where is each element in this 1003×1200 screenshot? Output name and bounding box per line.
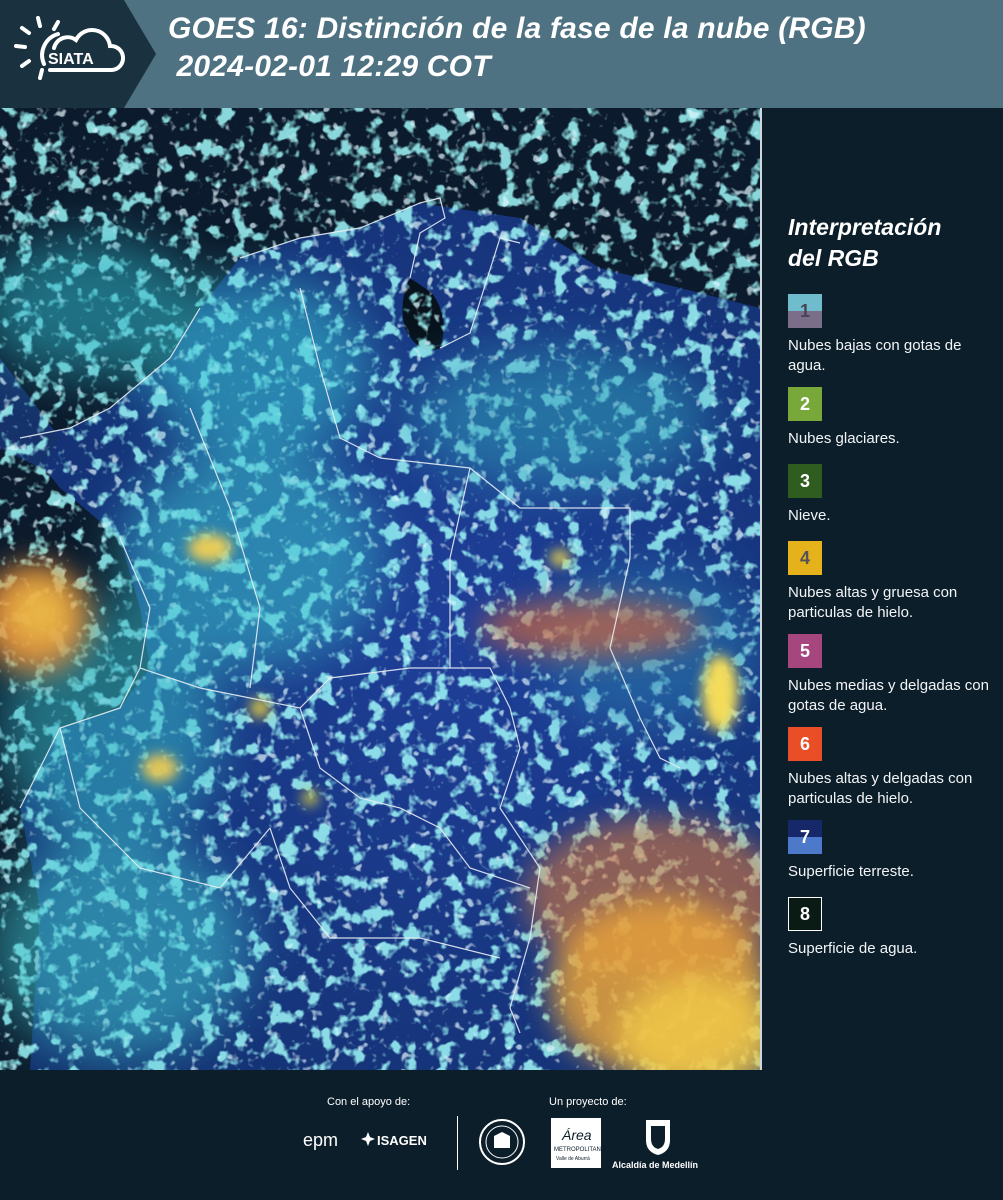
legend-swatch: 2 (788, 387, 822, 421)
legend-item: 1 Nubes bajas con gotas de agua. (788, 294, 998, 387)
legend-label: Nubes altas y delgadas con particulas de… (788, 770, 973, 807)
isagen-icon (361, 1132, 375, 1146)
legend-item: 8 Superficie de agua. (788, 897, 998, 974)
area-subtext: METROPOLITANA (554, 1147, 605, 1153)
legend-swatch: 3 (788, 464, 822, 498)
legend-label: Nubes altas y gruesa con particulas de h… (788, 584, 958, 621)
legend-label: Nubes bajas con gotas de agua. (788, 337, 962, 374)
legend-number: 1 (799, 301, 810, 321)
footer-divider (457, 1116, 458, 1170)
legend-swatch: 8 (788, 897, 822, 931)
isagen-logo: ISAGEN (377, 1133, 427, 1148)
logo-panel: SIATA (0, 0, 156, 108)
legend-number: 3 (799, 471, 810, 491)
legend: Interpretación del RGB 1 Nubes bajas con … (788, 212, 998, 974)
legend-item: 5 Nubes medias y delgadas con gotas de ag… (788, 634, 998, 727)
area-metropolitana-logo: Área METROPOLITANA Valle de Aburrá (551, 1118, 605, 1168)
legend-swatch: 6 (788, 727, 822, 761)
support-label: Con el apoyo de: (327, 1096, 411, 1108)
page-title: GOES 16: Distinción de la fase de la nub… (168, 12, 866, 83)
legend-item: 4 Nubes altas y gruesa con particulas de … (788, 541, 998, 634)
legend-item: 7 Superficie terreste. (788, 820, 998, 897)
legend-label: Nubes glaciares. (788, 430, 900, 447)
footer: Con el apoyo de: Un proyecto de: epm ISA… (0, 1070, 1003, 1200)
legend-swatch: 1 (788, 294, 822, 328)
project-label: Un proyecto de: (549, 1096, 627, 1108)
legend-number: 4 (799, 548, 810, 568)
siata-logo: SIATA (14, 16, 125, 80)
legend-number: 7 (799, 827, 810, 847)
legend-number: 8 (799, 904, 810, 924)
legend-label: Nubes medias y delgadas con gotas de agu… (788, 677, 989, 714)
legend-item: 2 Nubes glaciares. (788, 387, 998, 464)
alcaldia-shield-icon (644, 1118, 672, 1156)
area-text: Área (562, 1127, 592, 1143)
satellite-image (0, 108, 760, 1070)
legend-title: Interpretación del RGB (788, 214, 942, 271)
legend-label: Nieve. (788, 507, 831, 524)
legend-number: 5 (799, 641, 810, 661)
map-divider (760, 108, 762, 1070)
alcaldia-text: Alcaldía de Medellín (612, 1160, 699, 1170)
legend-number: 6 (799, 734, 810, 754)
legend-swatch: 7 (788, 820, 822, 854)
header-bar: SIATA GOES 16: Distinción de la fase de … (0, 0, 1003, 108)
cloud-phase-rgb-map (0, 108, 760, 1070)
legend-label: Superficie terreste. (788, 863, 914, 880)
legend-swatch: 4 (788, 541, 822, 575)
legend-label: Superficie de agua. (788, 940, 918, 957)
epm-logo: epm (303, 1130, 339, 1150)
legend-item: 3 Nieve. (788, 464, 998, 541)
area-subtext2: Valle de Aburrá (556, 1156, 590, 1162)
legend-number: 2 (799, 394, 810, 414)
svg-text:SIATA: SIATA (48, 51, 94, 68)
legend-swatch: 5 (788, 634, 822, 668)
legend-item: 6 Nubes altas y delgadas con particulas d… (788, 727, 998, 820)
university-seal-icon (478, 1118, 526, 1166)
